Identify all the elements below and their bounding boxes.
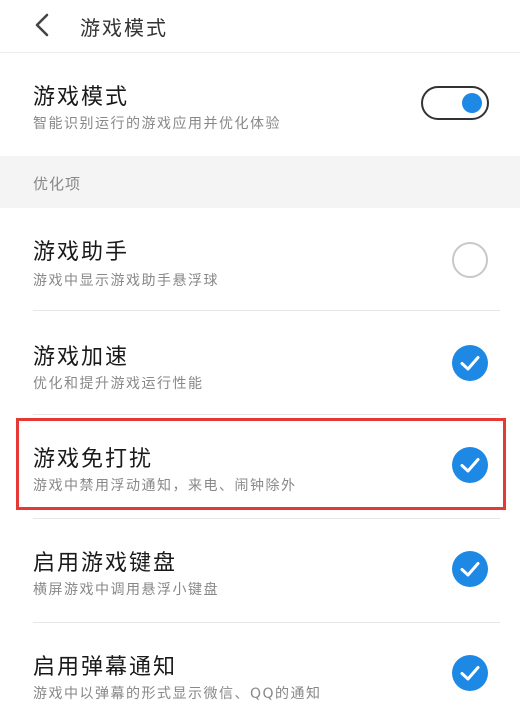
game-mode-toggle[interactable]: [421, 86, 489, 120]
option-subtitle: 游戏中以弹幕的形式显示微信、QQ的通知: [33, 686, 322, 702]
option-subtitle: 游戏中显示游戏助手悬浮球: [33, 273, 219, 289]
game-mode-subtitle: 智能识别运行的游戏应用并优化体验: [33, 116, 281, 132]
game-acceleration-check-icon[interactable]: [452, 345, 488, 381]
game-assistant-checkbox[interactable]: [452, 242, 488, 278]
game-mode-title: 游戏模式: [33, 85, 130, 110]
option-subtitle: 横屏游戏中调用悬浮小键盘: [33, 582, 219, 598]
option-game-assistant[interactable]: 游戏助手 游戏中显示游戏助手悬浮球: [0, 208, 520, 310]
section-label: 优化项: [33, 175, 82, 193]
option-subtitle: 优化和提升游戏运行性能: [33, 376, 204, 392]
barrage-notification-check-icon[interactable]: [452, 655, 488, 691]
page-title: 游戏模式: [80, 16, 168, 40]
back-arrow-icon[interactable]: [28, 10, 58, 40]
toggle-knob: [462, 93, 482, 113]
option-title: 启用游戏键盘: [33, 551, 178, 576]
option-game-acceleration[interactable]: 游戏加速 优化和提升游戏运行性能: [0, 311, 520, 414]
option-title: 启用弹幕通知: [33, 655, 178, 680]
option-barrage-notification[interactable]: 启用弹幕通知 游戏中以弹幕的形式显示微信、QQ的通知: [0, 623, 520, 713]
highlight-box: [16, 418, 506, 510]
section-header: 优化项: [0, 156, 520, 208]
option-title: 游戏加速: [33, 345, 130, 370]
option-game-keyboard[interactable]: 启用游戏键盘 横屏游戏中调用悬浮小键盘: [0, 519, 520, 622]
option-title: 游戏助手: [33, 240, 130, 265]
game-keyboard-check-icon[interactable]: [452, 551, 488, 587]
top-bar: 游戏模式: [0, 0, 520, 53]
